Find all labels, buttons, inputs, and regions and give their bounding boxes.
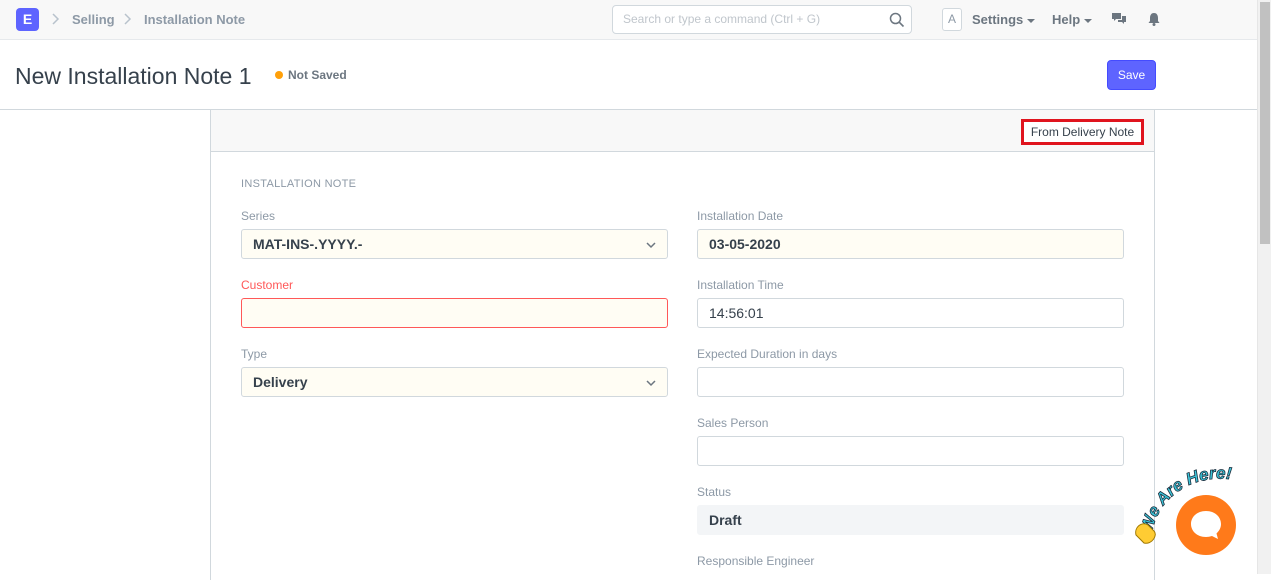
chat-bubble-icon	[1191, 511, 1221, 539]
customer-field[interactable]	[241, 298, 668, 328]
app-logo[interactable]: E	[16, 8, 39, 31]
page-head: New Installation Note 1 Not Saved Save	[0, 41, 1257, 110]
save-button[interactable]: Save	[1107, 60, 1156, 90]
help-menu[interactable]: Help	[1052, 12, 1093, 27]
breadcrumb-installation-note[interactable]: Installation Note	[144, 12, 245, 27]
series-label: Series	[241, 209, 276, 223]
expected-duration-label: Expected Duration in days	[697, 347, 838, 361]
status-label: Status	[697, 485, 732, 499]
chevron-down-icon	[646, 242, 656, 249]
navbar: E Selling Installation Note A Settings H…	[0, 0, 1257, 40]
series-select[interactable]: MAT-INS-.YYYY.-	[241, 229, 668, 259]
user-avatar[interactable]: A	[942, 8, 962, 31]
status-field: Draft	[697, 505, 1124, 535]
section-title: INSTALLATION NOTE	[241, 178, 357, 190]
form-toolbar: From Delivery Note	[211, 110, 1154, 152]
expected-duration-field[interactable]	[697, 367, 1124, 397]
type-select[interactable]: Delivery	[241, 367, 668, 397]
responsible-engineer-label: Responsible Engineer	[697, 554, 815, 568]
chat-launcher-button[interactable]	[1176, 495, 1236, 555]
sales-person-field[interactable]	[697, 436, 1124, 466]
comments-icon[interactable]	[1111, 11, 1127, 27]
chevron-down-icon	[646, 380, 656, 387]
form-layout: From Delivery Note INSTALLATION NOTE Ser…	[210, 110, 1155, 580]
scrollbar-thumb[interactable]	[1260, 2, 1270, 244]
awesome-bar[interactable]	[612, 5, 912, 34]
search-input[interactable]	[623, 12, 883, 26]
chevron-right-icon	[52, 13, 60, 25]
installation-time-label: Installation Time	[697, 278, 784, 292]
chevron-right-icon	[124, 13, 132, 25]
search-icon[interactable]	[889, 12, 905, 28]
settings-menu[interactable]: Settings	[972, 12, 1036, 27]
from-delivery-note-button[interactable]: From Delivery Note	[1021, 119, 1144, 145]
sales-person-label: Sales Person	[697, 416, 769, 430]
type-value: Delivery	[253, 374, 308, 390]
installation-time-field[interactable]: 14:56:01	[697, 298, 1124, 328]
customer-label: Customer	[241, 278, 294, 292]
status-indicator-dot	[275, 71, 283, 79]
page-title: New Installation Note 1	[15, 63, 252, 89]
caret-down-icon	[1084, 18, 1093, 23]
settings-label: Settings	[972, 12, 1024, 27]
status-badge: Not Saved	[288, 68, 347, 82]
bell-icon[interactable]	[1146, 11, 1162, 27]
installation-date-field[interactable]: 03-05-2020	[697, 229, 1124, 259]
series-value: MAT-INS-.YYYY.-	[253, 236, 363, 252]
caret-down-icon	[1027, 18, 1036, 23]
help-label: Help	[1052, 12, 1081, 27]
installation-date-label: Installation Date	[697, 209, 784, 223]
breadcrumb-selling[interactable]: Selling	[72, 12, 115, 27]
type-label: Type	[241, 347, 268, 361]
